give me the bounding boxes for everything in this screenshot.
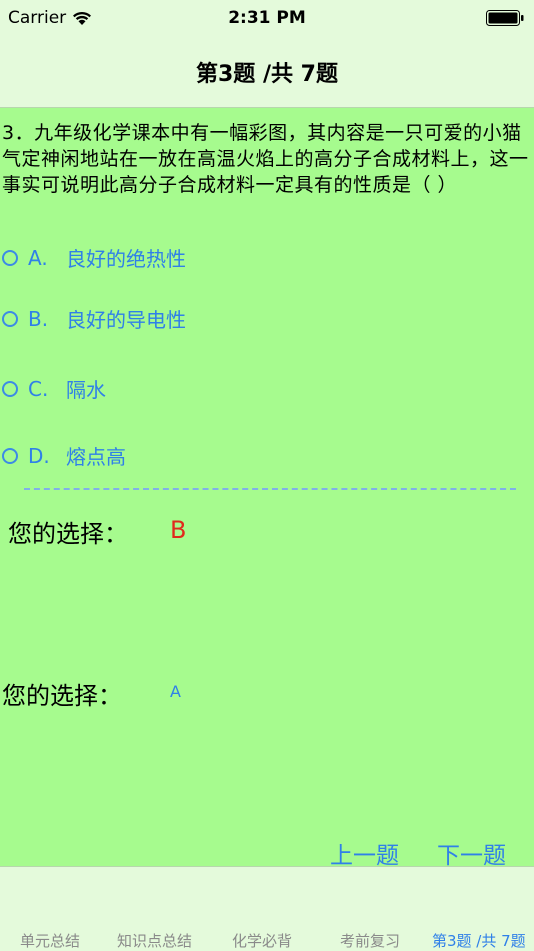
option-a[interactable]: A. 良好的绝热性 [2,243,186,272]
question-text: 3．九年级化学课本中有一幅彩图，其内容是一只可爱的小猫气定神闲地站在一放在高温火… [2,122,529,196]
option-d[interactable]: D. 熔点高 [2,441,126,470]
option-letter: C. [28,376,49,401]
user-choice-label: 您的选择： [8,520,128,548]
radio-icon[interactable] [2,447,18,464]
radio-icon[interactable] [2,249,18,266]
option-text: 良好的导电性 [66,308,186,332]
radio-icon[interactable] [2,380,18,397]
answer-label: 您的选择： [2,682,122,710]
next-question-button[interactable]: 下一题 [437,836,506,870]
navigation-bar: 第3题 /共 7题 [0,40,534,108]
battery-icon [486,10,524,26]
tab-bar: 单元总结 知识点总结 化学必背 考前复习 第3题 /共 7题 [0,866,534,951]
option-c[interactable]: C. 隔水 [2,374,106,403]
answer-value: A [170,682,181,701]
option-letter: A. [28,245,48,270]
user-choice-value: B [170,516,187,544]
tab-exam-review[interactable]: 考前复习 [340,930,400,951]
page-title: 第3题 /共 7题 [196,62,338,87]
tab-knowledge-summary[interactable]: 知识点总结 [117,930,192,951]
tab-current-question[interactable]: 第3题 /共 7题 [432,930,526,951]
previous-question-button[interactable]: 上一题 [330,836,399,870]
option-letter: B. [28,306,49,331]
tab-chemistry-essentials[interactable]: 化学必背 [232,930,292,951]
option-text: 隔水 [66,378,106,402]
option-letter: D. [28,443,50,468]
option-text: 熔点高 [66,445,126,469]
tab-unit-summary[interactable]: 单元总结 [20,930,80,951]
radio-icon[interactable] [2,310,18,327]
option-text: 良好的绝热性 [66,247,186,271]
status-time: 2:31 PM [228,8,306,28]
dashed-divider [24,488,516,490]
status-bar: Carrier 2:31 PM [0,0,534,40]
option-b[interactable]: B. 良好的导电性 [2,304,186,333]
